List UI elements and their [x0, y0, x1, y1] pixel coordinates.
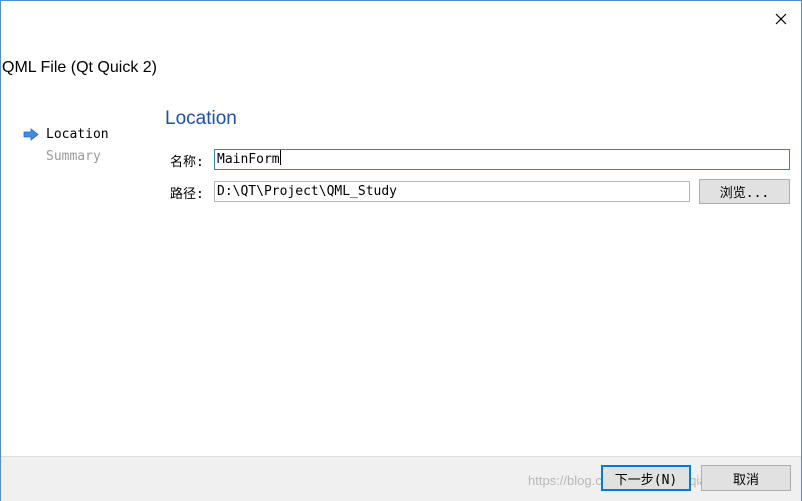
name-input-value: MainForm	[217, 152, 280, 167]
text-caret	[279, 150, 281, 165]
close-icon	[775, 13, 787, 25]
path-label: 路径:	[170, 187, 204, 202]
step-label-location: Location	[46, 127, 109, 142]
name-input[interactable]: MainForm	[214, 149, 790, 170]
wizard-dialog: QML File (Qt Quick 2) Location Summary L…	[0, 0, 802, 501]
name-label: 名称:	[170, 155, 204, 170]
step-label-summary: Summary	[46, 149, 101, 164]
current-step-arrow-icon	[23, 128, 39, 141]
browse-button[interactable]: 浏览...	[699, 179, 790, 204]
wizard-title: QML File (Qt Quick 2)	[2, 59, 157, 76]
close-button[interactable]	[767, 6, 795, 32]
path-input[interactable]: D:\QT\Project\QML_Study	[214, 181, 690, 202]
path-input-value: D:\QT\Project\QML_Study	[217, 184, 398, 199]
next-button[interactable]: 下一步(N)	[601, 465, 691, 491]
cancel-button[interactable]: 取消	[701, 465, 791, 491]
page-heading: Location	[165, 108, 237, 129]
